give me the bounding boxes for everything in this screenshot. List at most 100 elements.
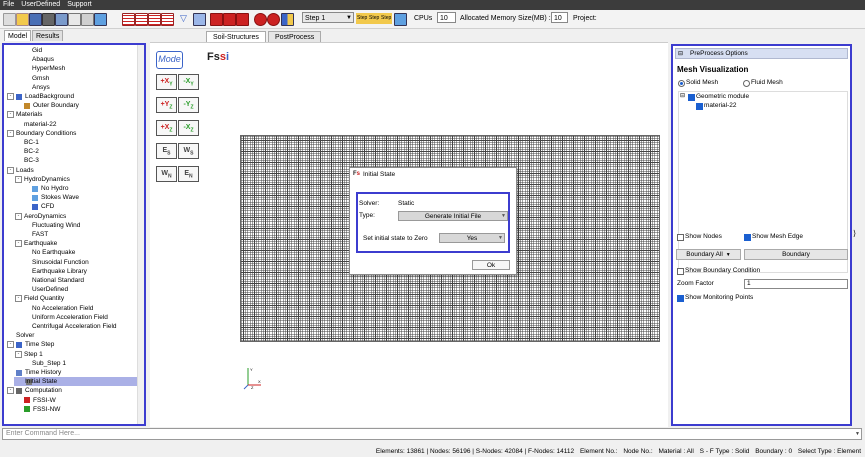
tab-postprocess[interactable]: PostProcess — [268, 31, 322, 42]
tree-item[interactable]: Outer Boundary — [4, 101, 138, 110]
export-icon[interactable] — [55, 13, 68, 26]
fluid-mesh-radio[interactable] — [743, 80, 750, 87]
run-icon[interactable] — [394, 13, 407, 26]
load-tool-2-icon[interactable] — [267, 13, 280, 26]
x-minus-z-button[interactable]: -XZ — [178, 120, 199, 136]
tree-item[interactable]: Stokes Wave — [4, 193, 138, 202]
tab-model[interactable]: Model — [4, 30, 32, 41]
expand-icon[interactable]: - — [15, 295, 22, 303]
y-plus-z-button[interactable]: +YZ — [156, 97, 177, 113]
tree-item[interactable]: Sub_Step 1 — [4, 359, 138, 368]
tree-item[interactable]: - AeroDynamics — [4, 212, 138, 221]
preprocess-header[interactable]: ⊟ PreProcess Options — [675, 48, 848, 59]
expand-icon[interactable]: - — [7, 93, 14, 100]
expand-icon[interactable]: - — [7, 166, 14, 174]
filter-icon[interactable]: ▽ — [180, 13, 191, 24]
x-minus-y-minus-button[interactable]: -XY — [178, 74, 199, 90]
tree-item[interactable]: BC-2 — [4, 147, 138, 156]
expand-icon[interactable]: - — [7, 129, 14, 137]
tab-results[interactable]: Results — [32, 30, 64, 41]
tree-item[interactable]: FSSI-NW — [4, 405, 138, 414]
tree-item[interactable]: FSSI-W — [4, 396, 138, 405]
tree-item[interactable]: Initial State — [14, 377, 138, 387]
tree-item[interactable]: BC-3 — [4, 156, 138, 165]
tree-item[interactable]: - Materials — [4, 110, 138, 119]
expand-icon[interactable]: - — [7, 341, 14, 349]
w-n-button[interactable]: WN — [156, 166, 177, 182]
e-s-button[interactable]: ES — [156, 143, 177, 159]
solid-mesh-radio[interactable] — [678, 80, 685, 87]
tree-item[interactable]: - Time Step — [4, 340, 138, 349]
expand-icon[interactable]: ⊟ — [680, 92, 685, 101]
expand-icon[interactable]: - — [7, 111, 14, 119]
save-as-icon[interactable] — [42, 13, 55, 26]
settings-icon[interactable] — [81, 13, 94, 26]
step-button-2[interactable]: Step — [368, 13, 381, 24]
command-input[interactable]: Enter Command Here... ▼ — [2, 428, 862, 440]
cpus-input[interactable]: 10 — [437, 12, 456, 23]
open-folder-icon[interactable] — [16, 13, 29, 26]
tree-item[interactable]: - Loads — [4, 166, 138, 175]
geometric-module-checkbox[interactable] — [688, 94, 695, 101]
camera-icon[interactable] — [94, 13, 107, 26]
color-map-icon[interactable] — [281, 13, 294, 26]
tree-item[interactable]: material-22 — [4, 120, 138, 129]
tree-item[interactable]: UserDefined — [4, 285, 138, 294]
tree-item[interactable]: Ansys — [4, 83, 138, 92]
tree-item[interactable]: - Computation — [4, 386, 138, 395]
tree-item[interactable]: Gid — [4, 46, 138, 55]
bc-tool-1-icon[interactable] — [210, 13, 223, 26]
chevron-down-icon[interactable]: ▼ — [855, 429, 860, 439]
expand-icon[interactable]: - — [15, 175, 22, 183]
show-boundary-condition-checkbox[interactable] — [677, 268, 684, 275]
tree-item[interactable]: Gmsh — [4, 74, 138, 83]
bc-tool-2-icon[interactable] — [223, 13, 236, 26]
new-file-icon[interactable] — [3, 13, 16, 26]
tab-soil-structures[interactable]: Soil-Structures — [206, 31, 266, 42]
material-checkbox[interactable] — [696, 103, 703, 110]
step-button-1[interactable]: Step — [356, 13, 369, 24]
tree-item[interactable]: No Hydro — [4, 184, 138, 193]
menu-userdefined[interactable]: UserDefined — [21, 1, 60, 8]
tree-item[interactable]: BC-1 — [4, 138, 138, 147]
tree-item[interactable]: FAST — [4, 230, 138, 239]
boundary-button[interactable]: Boundary — [744, 249, 848, 260]
step-button-3[interactable]: Step — [380, 13, 393, 24]
step-select[interactable]: Step 1 ▼ — [302, 12, 354, 23]
menu-support[interactable]: Support — [67, 1, 92, 8]
x-plus-y-minus-button[interactable]: +XY — [156, 74, 177, 90]
x-plus-z-button[interactable]: +XZ — [156, 120, 177, 136]
tree-item[interactable]: Uniform Acceleration Field — [4, 313, 138, 322]
tree-item[interactable]: National Standard — [4, 276, 138, 285]
tree-item[interactable]: No Acceleration Field — [4, 304, 138, 313]
show-nodes-checkbox[interactable] — [677, 234, 684, 241]
tree-item[interactable]: - Boundary Conditions — [4, 129, 138, 138]
boundary-all-select[interactable]: Boundary All ▼ — [676, 249, 741, 260]
memory-input[interactable]: 10 — [551, 12, 568, 23]
tree-item[interactable]: CFD — [4, 202, 138, 211]
tree-item[interactable]: - LoadBackground — [4, 92, 138, 101]
tree-item[interactable]: Fluctuating Wind — [4, 221, 138, 230]
menu-file[interactable]: File — [3, 1, 14, 8]
y-minus-z-button[interactable]: -YZ — [178, 97, 199, 113]
tree-item[interactable]: Centrifugal Acceleration Field — [4, 322, 138, 331]
tree-item[interactable]: No Earthquake — [4, 248, 138, 257]
expand-icon[interactable]: - — [15, 240, 22, 248]
tree-scrollbar[interactable] — [137, 45, 144, 424]
mesh-grid-4-icon[interactable] — [161, 13, 174, 26]
show-monitoring-points-checkbox[interactable] — [677, 295, 684, 302]
grid-view-icon[interactable] — [68, 13, 81, 26]
tree-item[interactable]: HyperMesh — [4, 64, 138, 73]
save-icon[interactable] — [29, 13, 42, 26]
tree-item[interactable]: Earthquake Library — [4, 267, 138, 276]
expand-icon[interactable]: - — [7, 387, 14, 395]
load-tool-1-icon[interactable] — [254, 13, 267, 26]
mode-button[interactable]: Mode — [156, 51, 183, 69]
tree-item[interactable]: Solver — [4, 331, 138, 340]
wave-tool-icon[interactable] — [193, 13, 206, 26]
expand-icon[interactable]: - — [15, 350, 22, 358]
tree-item[interactable]: Time History — [4, 368, 138, 377]
mesh-grid-2-icon[interactable] — [135, 13, 148, 26]
e-n-button[interactable]: EN — [178, 166, 199, 182]
tree-item[interactable]: - Step 1 — [4, 350, 138, 359]
